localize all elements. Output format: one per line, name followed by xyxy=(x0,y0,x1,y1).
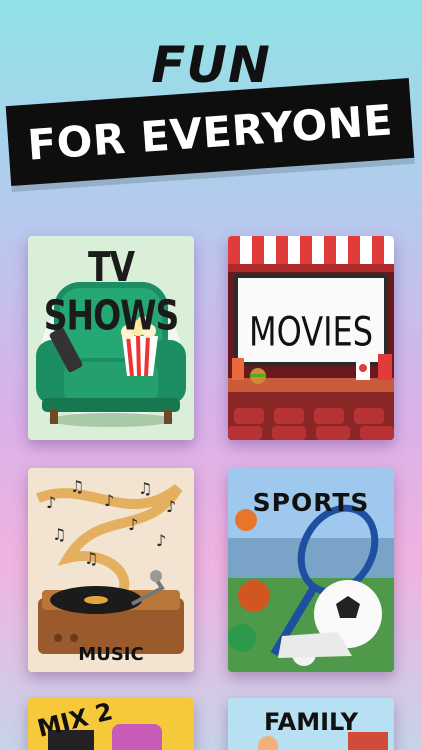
music-illustration: ♪♫♪ ♫♪♫ ♪♫♪ xyxy=(28,468,194,672)
tv-shows-label: TV SHOWS xyxy=(43,242,180,340)
category-card-tv-shows[interactable]: TV SHOWS xyxy=(28,236,194,440)
svg-text:♪: ♪ xyxy=(128,515,138,534)
svg-text:♪: ♪ xyxy=(156,531,166,550)
svg-text:♪: ♪ xyxy=(46,493,56,512)
category-card-sports[interactable]: SPORTS xyxy=(228,468,394,672)
category-card-movies[interactable]: MOVIES xyxy=(228,236,394,440)
category-card-family[interactable]: FAMILY xyxy=(228,698,394,750)
svg-text:♫: ♫ xyxy=(138,479,152,498)
svg-text:♫: ♫ xyxy=(70,477,84,496)
svg-text:♫: ♫ xyxy=(84,549,98,568)
family-label: FAMILY xyxy=(264,708,358,736)
category-card-mix-2[interactable]: MIX 2 xyxy=(28,698,194,750)
headline-for-everyone: FOR EVERYONE xyxy=(25,94,395,170)
movies-label: MOVIES xyxy=(248,308,374,356)
headline-banner: FOR EVERYONE xyxy=(5,78,415,186)
music-label: MUSIC xyxy=(78,644,144,665)
svg-text:♪: ♪ xyxy=(104,491,114,510)
category-card-music[interactable]: ♪ ♫ ♪ ♫ ♪ ♫ ♪ ♫ ♪ MUSIC xyxy=(28,468,194,672)
sports-label: SPORTS xyxy=(252,488,370,517)
svg-text:♪: ♪ xyxy=(166,497,176,516)
svg-text:♫: ♫ xyxy=(52,525,66,544)
